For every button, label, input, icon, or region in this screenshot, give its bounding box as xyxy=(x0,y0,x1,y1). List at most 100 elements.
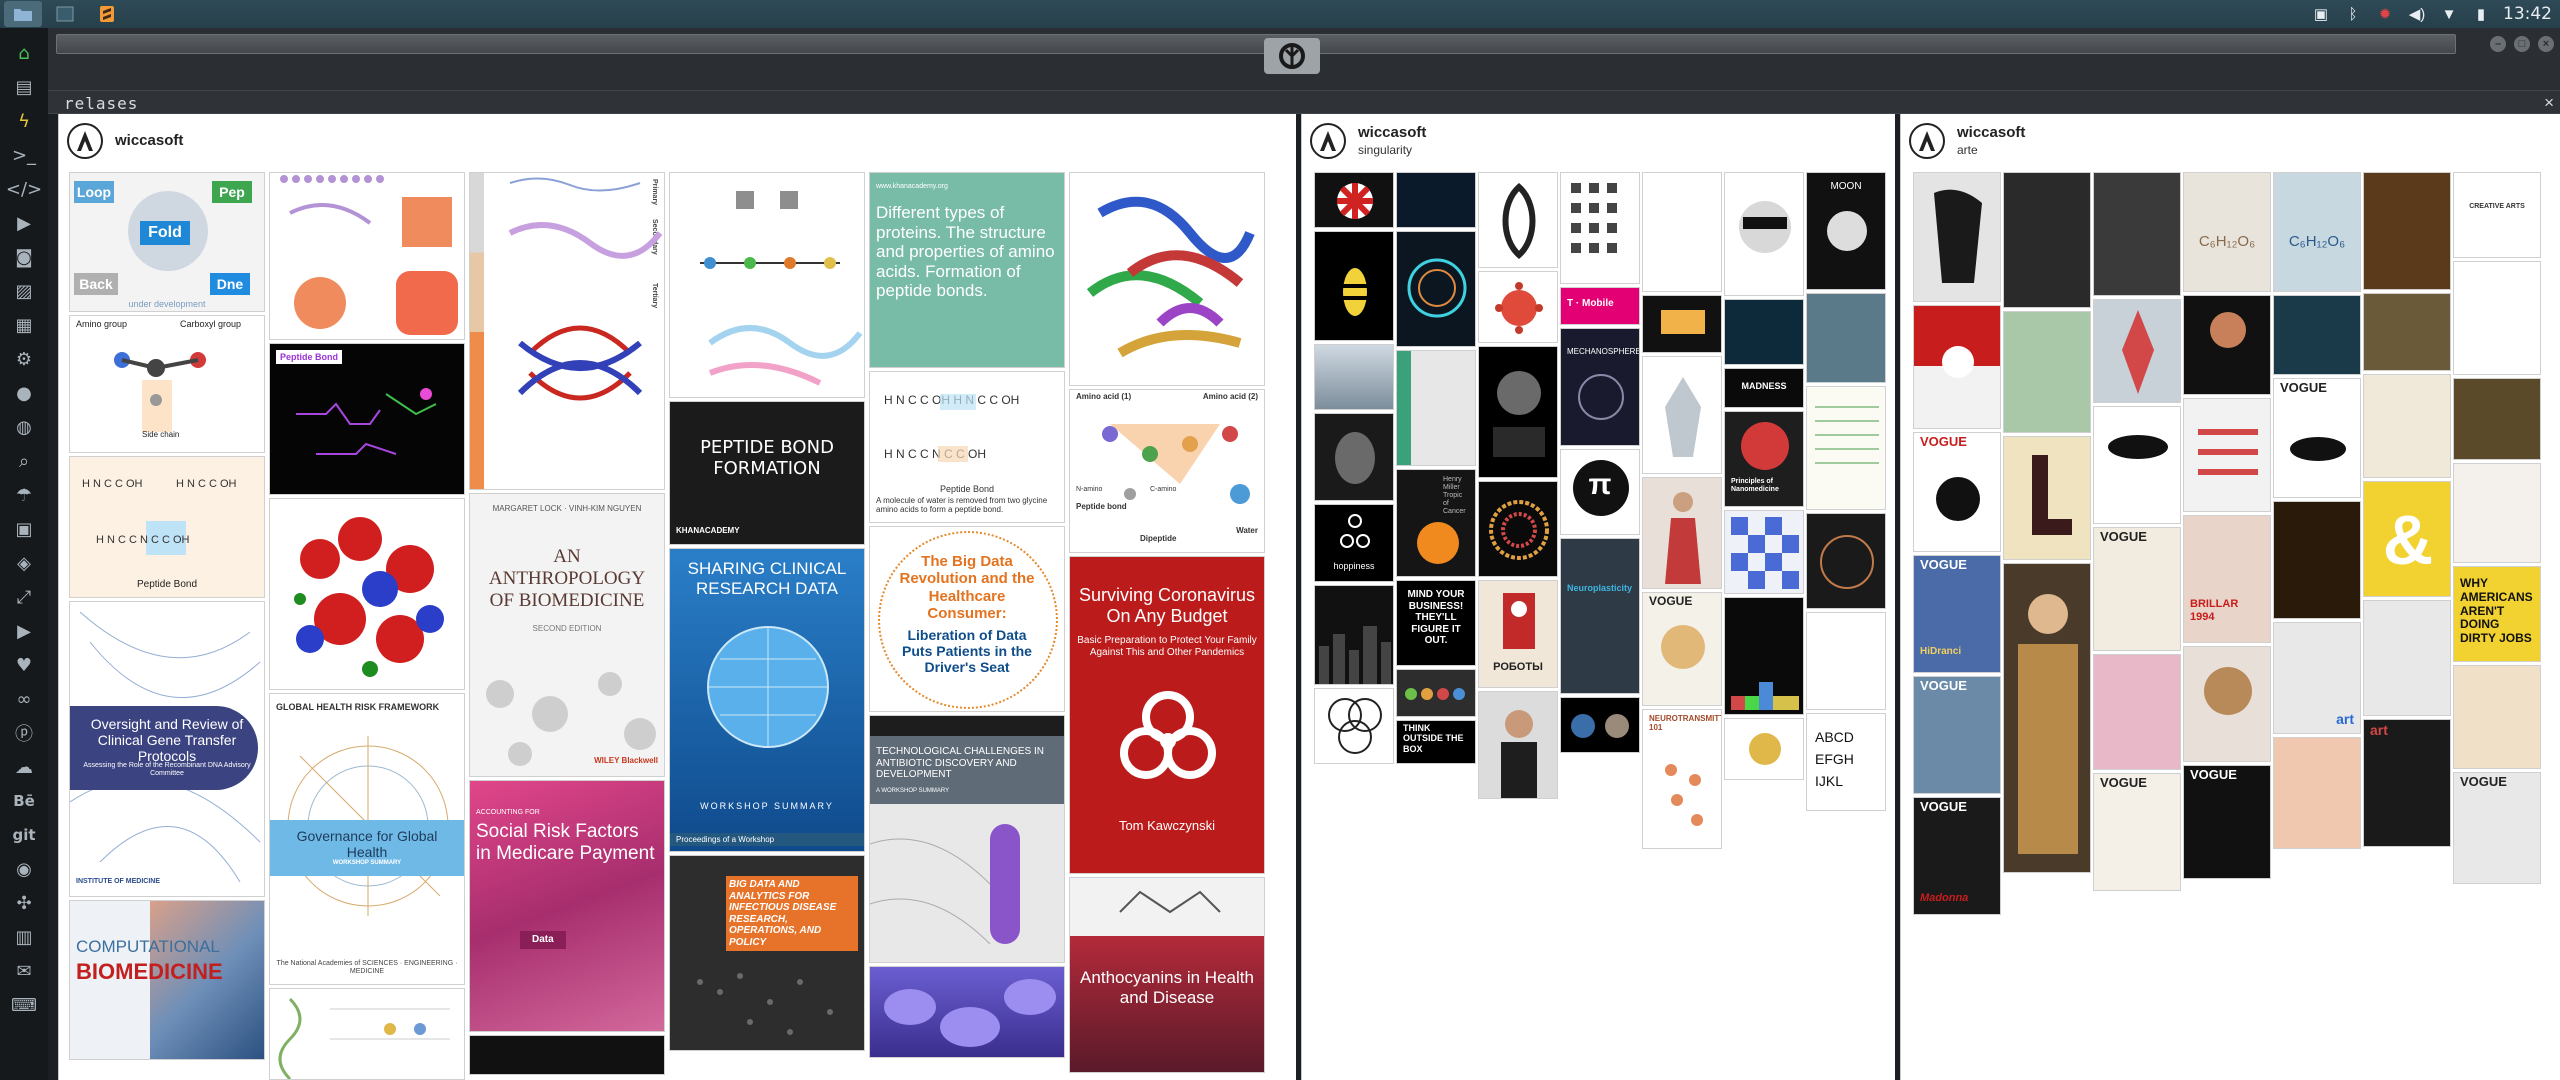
battery-icon[interactable]: ▮ xyxy=(2471,5,2491,23)
pin-anthropology-biomedicine[interactable]: MARGARET LOCK · VINH-KIM NGUYEN AN ANTHR… xyxy=(469,493,665,777)
pin-vogue-classic[interactable]: VOGUE xyxy=(2093,773,2181,891)
pin-silhouette[interactable] xyxy=(1478,346,1558,478)
panel-owner[interactable]: wiccasoft xyxy=(1358,124,1426,143)
pin-color-wheel[interactable] xyxy=(1478,481,1558,577)
pin-stylized-face[interactable] xyxy=(2453,665,2541,769)
pin-hud-screen[interactable] xyxy=(1396,172,1476,228)
pin-bowie-art[interactable]: art xyxy=(2273,622,2361,734)
pin-van-gogh[interactable] xyxy=(2273,295,2361,375)
pin-bacteria[interactable] xyxy=(869,966,1065,1058)
pin-tmobile-sprint[interactable]: T · Mobile xyxy=(1560,287,1640,325)
map-icon[interactable]: ▥ xyxy=(9,920,39,954)
pin-protein-structure[interactable] xyxy=(269,172,465,340)
pin-types-of-proteins[interactable]: www.khanacademy.org Different types of p… xyxy=(869,172,1065,368)
play-icon[interactable]: ▶ xyxy=(9,206,39,240)
maximize-icon[interactable]: □ xyxy=(2514,36,2530,52)
terminal-icon[interactable]: >_ xyxy=(9,138,39,172)
pin-aladdin-sane[interactable] xyxy=(2093,299,2181,403)
screen-icon[interactable]: ▣ xyxy=(2311,5,2331,23)
pin-c6h12o6-beige[interactable]: C₆H₁₂O₆ xyxy=(2183,172,2271,292)
pin-dark-strip[interactable] xyxy=(469,1035,665,1075)
wifi-icon[interactable]: ▼ xyxy=(2439,5,2459,23)
tag-icon[interactable]: ◈ xyxy=(9,546,39,580)
github-icon[interactable]: ◉ xyxy=(9,852,39,886)
pin-neuroplasticity[interactable]: Neuroplasticity xyxy=(1560,538,1640,694)
pin-helix-diagram[interactable] xyxy=(269,988,465,1080)
news-icon[interactable]: ▦ xyxy=(9,308,39,342)
pin-sharing-clinical[interactable]: SHARING CLINICAL RESEARCH DATA WORKSHOP … xyxy=(669,548,865,852)
board-subtitle[interactable]: singularity xyxy=(1358,143,1426,158)
pin-phone[interactable] xyxy=(1642,295,1722,353)
pin-classic-painting[interactable] xyxy=(2363,172,2451,290)
clock[interactable]: 13:42 xyxy=(2503,4,2552,24)
pin-statue[interactable] xyxy=(1642,356,1722,474)
pinterest-icon[interactable]: ⓟ xyxy=(9,716,39,750)
pin-peptide-bond[interactable]: H N C C OH H N C C OH H N C C N C C OH Pep… xyxy=(69,456,265,598)
expand-icon[interactable]: ⤢ xyxy=(9,580,39,614)
puzzle-icon[interactable]: ✣ xyxy=(9,886,39,920)
mail-icon[interactable]: ✉ xyxy=(9,954,39,988)
pin-neurotransmitters[interactable]: NEUROTRANSMITTERS 101 xyxy=(1642,709,1722,849)
pin-computational-biomedicine[interactable]: COMPUTATIONAL BIOMEDICINE xyxy=(69,900,265,1060)
cloud-icon[interactable]: ☁ xyxy=(9,750,39,784)
pin-henry-miller[interactable]: Henry Miller Tropic of Cancer xyxy=(1396,469,1476,577)
contact-icon[interactable]: ▣ xyxy=(9,512,39,546)
search-icon[interactable]: ⌕ xyxy=(9,444,39,478)
pin-surviving-coronavirus[interactable]: Surviving Coronavirus On Any Budget Basi… xyxy=(1069,556,1265,874)
pin-colorful-portrait[interactable] xyxy=(2363,600,2451,716)
pin-social-risk[interactable]: ACCOUNTING FOR Social Risk Factors in Me… xyxy=(469,780,665,1032)
pin-governance-global-health[interactable]: GLOBAL HEALTH RISK FRAMEWORK Governance … xyxy=(269,693,465,985)
keyboard-icon[interactable]: ⌨ xyxy=(9,988,39,1022)
pin-planets[interactable] xyxy=(1560,697,1640,753)
pin-pi-logo[interactable]: π xyxy=(1560,449,1640,535)
alert-gear-icon[interactable]: ✹ xyxy=(2375,5,2395,23)
pin-peptide-bond-water[interactable]: H N C C OH H N C C OHH N C C N C C OH Pe… xyxy=(869,371,1065,523)
panel-owner[interactable]: wiccasoft xyxy=(1957,124,2025,143)
pin-green-figure[interactable] xyxy=(2003,311,2091,433)
pin-tetris[interactable] xyxy=(1724,597,1804,715)
pin-anthocyanins[interactable]: Anthocyanins in Health and Disease xyxy=(1069,877,1265,1073)
avatar[interactable] xyxy=(1909,123,1945,159)
pin-fashion-sketch[interactable] xyxy=(2363,374,2451,478)
pin-circular-hud[interactable] xyxy=(1396,231,1476,347)
panel-owner[interactable]: wiccasoft xyxy=(115,132,183,151)
pin-equation[interactable] xyxy=(1806,612,1886,710)
pin-venn-symbol[interactable] xyxy=(1314,688,1394,764)
pin-art-portrait[interactable] xyxy=(1913,172,2001,302)
close-icon[interactable]: × xyxy=(2538,36,2554,52)
pin-vogue-blue[interactable]: VOGUE HiDranci xyxy=(1913,555,2001,673)
pin-antibiotic-discovery[interactable]: TECHNOLOGICAL CHALLENGES IN ANTIBIOTIC D… xyxy=(869,715,1065,963)
pin-woman-portrait[interactable] xyxy=(1478,691,1558,799)
workspace-sublime-icon[interactable] xyxy=(88,1,126,27)
pin-typography[interactable] xyxy=(2453,261,2541,375)
pin-dark-figure[interactable] xyxy=(1724,299,1804,365)
pin-big-data-infectious[interactable]: BIG DATA AND ANALYTICS FOR INFECTIOUS DI… xyxy=(669,855,865,1051)
workspace-files-icon[interactable] xyxy=(4,1,42,27)
circle-icon[interactable]: ● xyxy=(9,376,39,410)
pin-hoppiness[interactable]: hoppiness xyxy=(1314,504,1394,582)
pin-protein-ribbon[interactable] xyxy=(1069,172,1265,386)
pin-ampersand[interactable]: & xyxy=(2363,481,2451,597)
pin-ice[interactable] xyxy=(1314,344,1394,410)
board-close-icon[interactable]: × xyxy=(2544,93,2554,113)
pin-protein-levels[interactable]: Primary Secondary Tertiary xyxy=(469,172,665,490)
pin-robots[interactable]: РОБОТЫ xyxy=(1478,580,1558,688)
rebel-logo-icon[interactable] xyxy=(1264,38,1320,74)
lightning-icon[interactable]: ϟ xyxy=(9,104,39,138)
pin-madness[interactable]: MADNESS xyxy=(1724,368,1804,408)
pin-cubes[interactable] xyxy=(1806,293,1886,383)
minimize-icon[interactable]: – xyxy=(2490,36,2506,52)
pin-amino-acid[interactable]: Amino group Carboxyl group Side chain xyxy=(69,315,265,453)
document-icon[interactable]: ▤ xyxy=(9,70,39,104)
pin-creative-arts[interactable]: CREATIVE ARTS xyxy=(2453,172,2541,258)
pin-chess[interactable] xyxy=(1724,510,1804,594)
pin-gold-figure[interactable] xyxy=(2273,501,2361,619)
git-icon[interactable]: git xyxy=(9,818,39,852)
pin-alphabet[interactable]: ABCD EFGH IJKL xyxy=(1806,713,1886,811)
pin-math-sheet[interactable] xyxy=(1642,172,1722,292)
pin-retro-hair[interactable] xyxy=(2183,646,2271,762)
globe-icon[interactable]: ◍ xyxy=(9,410,39,444)
pin-mona-lisa[interactable] xyxy=(2453,378,2541,460)
board-subtitle[interactable]: arte xyxy=(1957,143,2025,158)
pin-coin[interactable] xyxy=(1724,718,1804,780)
